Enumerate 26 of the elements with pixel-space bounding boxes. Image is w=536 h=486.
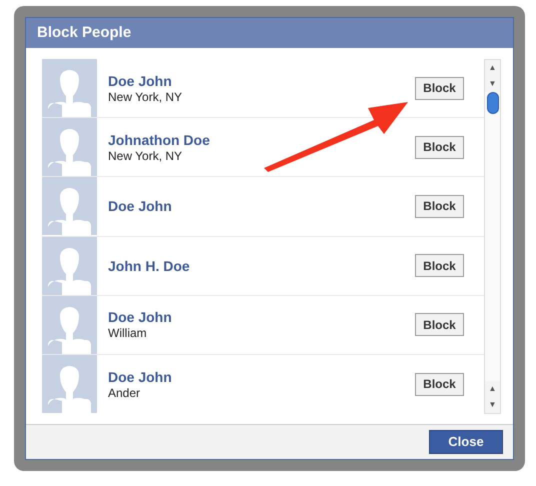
block-button[interactable]: Block xyxy=(415,313,464,336)
person-location: Ander xyxy=(108,386,142,401)
avatar-silhouette-icon xyxy=(42,236,97,295)
block-button[interactable]: Block xyxy=(415,136,464,159)
person-name[interactable]: Johnathon Doe xyxy=(108,130,415,149)
person-name[interactable]: John H. Doe xyxy=(108,256,415,275)
person-name[interactable]: Doe John xyxy=(108,368,415,386)
block-button[interactable]: Block xyxy=(415,372,464,396)
avatar-silhouette-icon xyxy=(42,355,97,414)
block-button[interactable]: Block xyxy=(415,254,464,278)
avatar-silhouette-icon xyxy=(42,59,97,118)
block-button[interactable]: Block xyxy=(415,194,464,218)
person-name[interactable]: Doe John xyxy=(108,308,415,326)
scroll-thumb[interactable] xyxy=(486,92,498,114)
avatar-silhouette-icon xyxy=(42,177,97,236)
avatar-silhouette-icon xyxy=(42,118,97,176)
person-location: New York, NY xyxy=(108,90,184,105)
person-location: New York, NY xyxy=(108,148,184,164)
person-name[interactable]: Doe John xyxy=(108,72,415,90)
close-button[interactable]: Close xyxy=(429,430,503,454)
scrollbar[interactable]: ▲ ▼ ▲ ▼ xyxy=(484,59,501,414)
person-name[interactable]: Doe John xyxy=(108,197,415,216)
dialog-title: Block People xyxy=(37,22,132,43)
block-button[interactable]: Block xyxy=(415,76,464,100)
avatar-silhouette-icon xyxy=(42,296,97,354)
person-location: William xyxy=(108,326,148,342)
